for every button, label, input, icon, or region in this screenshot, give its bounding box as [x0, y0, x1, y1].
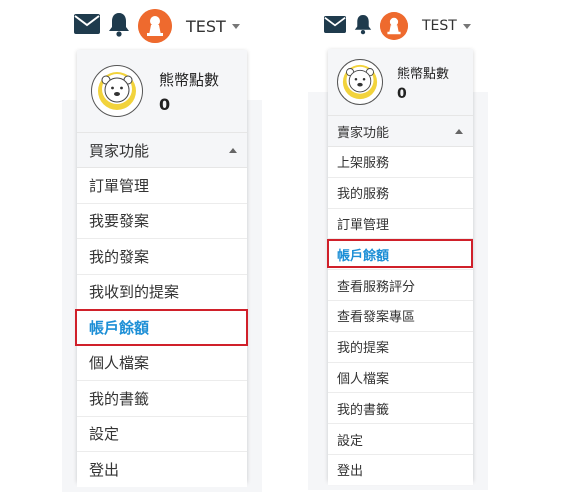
bear-avatar-icon	[337, 59, 383, 105]
top-nav-bar: TEST	[74, 8, 240, 44]
points-label: 熊幣點數	[397, 66, 450, 82]
chevron-up-icon	[455, 128, 463, 134]
points-info: 熊幣點數 0	[397, 63, 449, 102]
menu-item-post-project[interactable]: 我要發案	[77, 203, 247, 239]
profile-summary: 熊幣點數 0	[328, 49, 473, 116]
menu-item-account-balance[interactable]: 帳戶餘額	[75, 309, 248, 346]
menu-item-profile[interactable]: 個人檔案	[328, 362, 473, 394]
menu-item-browse-projects[interactable]: 查看發案專區	[328, 300, 473, 332]
points-label: 熊幣點數	[159, 70, 220, 89]
bell-icon[interactable]	[108, 11, 130, 41]
bear-avatar-icon	[91, 65, 143, 117]
menu-item-my-services[interactable]: 我的服務	[328, 177, 473, 209]
menu-item-bookmarks[interactable]: 我的書籤	[77, 381, 247, 417]
section-label: 買家功能	[89, 141, 150, 160]
menu-item-settings[interactable]: 設定	[77, 416, 247, 452]
section-header-seller[interactable]: 賣家功能	[328, 116, 473, 147]
menu-item-bookmarks[interactable]: 我的書籤	[328, 393, 473, 425]
user-menu-toggle[interactable]: TEST	[186, 17, 240, 36]
mail-icon[interactable]	[74, 14, 100, 38]
menu-item-my-projects[interactable]: 我的發案	[77, 239, 247, 275]
brand-avatar-icon[interactable]	[380, 12, 408, 40]
chevron-down-icon	[462, 23, 471, 29]
menu-item-service-ratings[interactable]: 查看服務評分	[328, 270, 473, 301]
user-name: TEST	[422, 18, 457, 34]
mail-icon[interactable]	[324, 15, 346, 37]
menu-item-list-service[interactable]: 上架服務	[328, 147, 473, 178]
chevron-up-icon	[229, 147, 237, 153]
points-info: 熊幣點數 0	[159, 69, 219, 114]
user-menu-toggle[interactable]: TEST	[422, 18, 471, 34]
menu-item-logout[interactable]: 登出	[328, 454, 473, 485]
menu-item-received-proposals[interactable]: 我收到的提案	[77, 274, 247, 310]
menu-item-order-management[interactable]: 訂單管理	[328, 208, 473, 240]
menu-item-profile[interactable]: 個人檔案	[77, 345, 247, 381]
section-label: 賣家功能	[337, 125, 390, 141]
points-value: 0	[159, 94, 171, 114]
menu-item-account-balance[interactable]: 帳戶餘額	[327, 239, 473, 271]
top-nav-bar: TEST	[324, 10, 471, 42]
section-header-buyer[interactable]: 買家功能	[77, 133, 247, 168]
profile-summary: 熊幣點數 0	[77, 50, 247, 133]
menu-item-my-proposals[interactable]: 我的提案	[328, 331, 473, 363]
user-name: TEST	[186, 16, 226, 36]
bell-icon[interactable]	[354, 13, 372, 39]
brand-avatar-icon[interactable]	[138, 9, 172, 43]
points-value: 0	[397, 85, 407, 102]
menu-item-order-management[interactable]: 訂單管理	[77, 168, 247, 204]
chevron-down-icon	[231, 23, 240, 29]
user-dropdown-menu: 熊幣點數 0 賣家功能 上架服務 我的服務 訂單管理 帳戶餘額 查看服務評分 查…	[327, 49, 473, 485]
menu-item-settings[interactable]: 設定	[328, 424, 473, 455]
menu-item-logout[interactable]: 登出	[77, 452, 247, 487]
user-dropdown-menu: 熊幣點數 0 買家功能 訂單管理 我要發案 我的發案 我收到的提案 帳戶餘額 個…	[75, 50, 248, 487]
